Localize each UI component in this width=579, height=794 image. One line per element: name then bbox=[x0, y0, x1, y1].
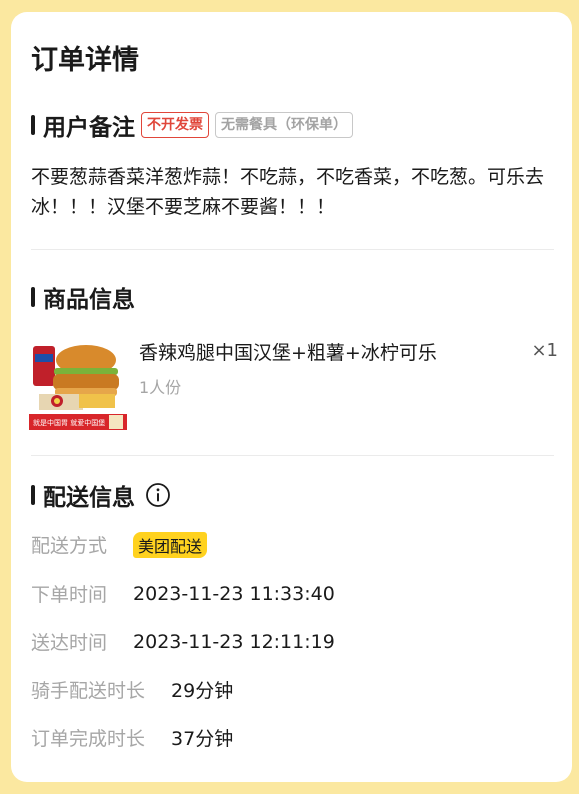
completion-duration-value: 37分钟 bbox=[171, 728, 234, 750]
delivery-method-row: 配送方式 美团配送 bbox=[31, 531, 208, 558]
product-portion: 1人份 bbox=[139, 378, 182, 397]
remark-section-title: 用户备注 bbox=[43, 115, 135, 141]
section-marker bbox=[31, 115, 35, 135]
delivered-time-label: 送达时间 bbox=[31, 632, 108, 654]
product-section-header: 商品信息 bbox=[31, 280, 135, 314]
info-circle-icon[interactable] bbox=[145, 482, 171, 508]
completion-duration-row: 订单完成时长 37分钟 bbox=[31, 724, 233, 751]
product-section-title: 商品信息 bbox=[43, 287, 135, 313]
rider-duration-row: 骑手配送时长 29分钟 bbox=[31, 676, 233, 703]
delivery-section-header: 配送信息 bbox=[31, 478, 171, 512]
divider bbox=[31, 249, 554, 250]
delivery-section-title: 配送信息 bbox=[43, 485, 135, 511]
rider-duration-label: 骑手配送时长 bbox=[31, 680, 146, 702]
meituan-delivery-badge: 美团配送 bbox=[133, 531, 208, 558]
delivery-method-label: 配送方式 bbox=[31, 535, 108, 557]
image-caption-text: 就是中国胃 就爱中国堡 bbox=[33, 418, 105, 427]
remark-section-header: 用户备注 不开发票 无需餐具（环保单） bbox=[31, 108, 353, 142]
order-time-label: 下单时间 bbox=[31, 584, 108, 606]
delivered-time-row: 送达时间 2023-11-23 12:11:19 bbox=[31, 628, 335, 655]
product-quantity: ×1 bbox=[531, 340, 558, 361]
rider-duration-value: 29分钟 bbox=[171, 680, 234, 702]
order-time-value: 2023-11-23 11:33:40 bbox=[133, 582, 335, 605]
divider bbox=[31, 455, 554, 456]
delivered-time-value: 2023-11-23 12:11:19 bbox=[133, 630, 335, 653]
no-invoice-tag: 不开发票 bbox=[141, 112, 209, 138]
order-detail-card: 订单详情 用户备注 不开发票 无需餐具（环保单） 不要葱蒜香菜洋葱炸蒜！不吃蒜，… bbox=[11, 12, 572, 782]
section-marker bbox=[31, 485, 35, 505]
no-utensils-tag: 无需餐具（环保单） bbox=[215, 112, 353, 138]
product-name: 香辣鸡腿中国汉堡+粗薯+冰柠可乐 bbox=[139, 342, 437, 364]
product-image[interactable]: 就是中国胃 就爱中国堡 bbox=[29, 338, 127, 430]
remark-text: 不要葱蒜香菜洋葱炸蒜！不吃蒜，不吃香菜，不吃葱。可乐去冰！！！汉堡不要芝麻不要酱… bbox=[31, 166, 545, 218]
page-title: 订单详情 bbox=[31, 45, 139, 76]
order-time-row: 下单时间 2023-11-23 11:33:40 bbox=[31, 580, 335, 607]
completion-duration-label: 订单完成时长 bbox=[31, 728, 146, 750]
section-marker bbox=[31, 287, 35, 307]
